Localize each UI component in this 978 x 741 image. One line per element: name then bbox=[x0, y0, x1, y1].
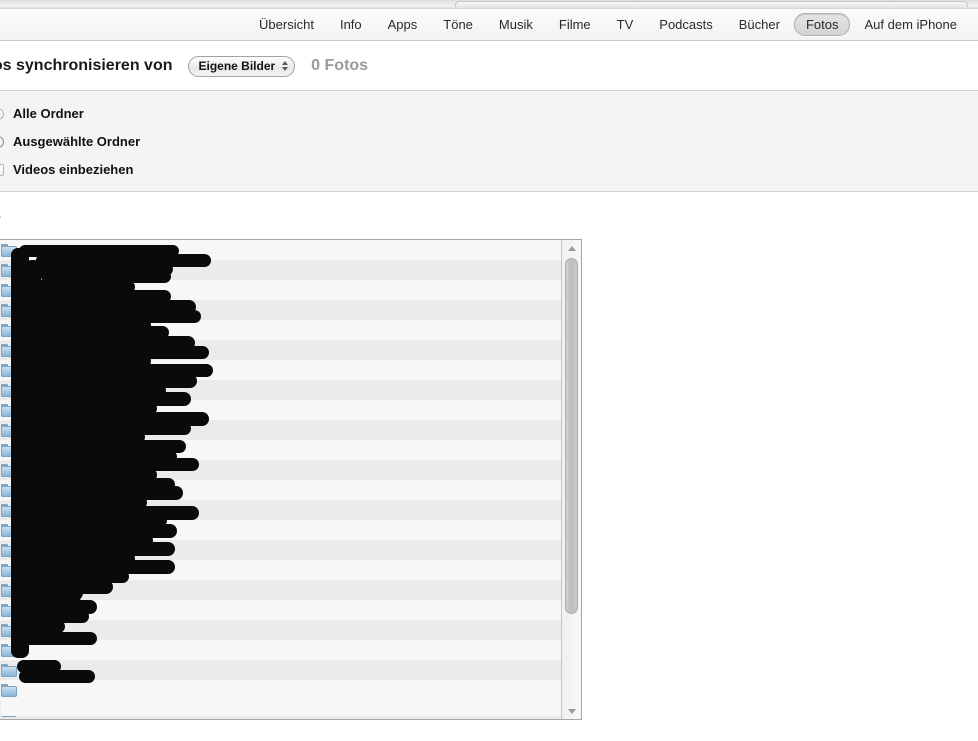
folder-row[interactable]: Photo Stream bbox=[0, 700, 561, 719]
sync-options-panel: Alle Ordner Ausgewählte Ordner Videos ei… bbox=[0, 90, 978, 192]
folder-icon bbox=[1, 243, 17, 257]
option-selected-folders[interactable]: Ausgewählte Ordner bbox=[0, 134, 140, 149]
folder-icon bbox=[1, 423, 17, 437]
folder-row[interactable] bbox=[0, 660, 561, 680]
folder-rows-container: Photo Stream bbox=[0, 240, 561, 719]
folder-icon bbox=[1, 683, 17, 697]
photo-source-popup-button[interactable]: Eigene Bilder bbox=[188, 55, 296, 77]
updown-arrows-icon bbox=[282, 61, 289, 71]
folder-row[interactable] bbox=[0, 480, 561, 500]
folder-row[interactable] bbox=[0, 540, 561, 560]
folder-row[interactable] bbox=[0, 260, 561, 280]
folder-icon bbox=[1, 383, 17, 397]
tab-toene[interactable]: Töne bbox=[431, 13, 485, 36]
tab-podcasts[interactable]: Podcasts bbox=[647, 13, 724, 36]
option-all-folders-label: Alle Ordner bbox=[13, 106, 84, 121]
folder-icon bbox=[1, 323, 17, 337]
scrollbar-up-button[interactable] bbox=[562, 240, 581, 256]
tab-info[interactable]: Info bbox=[328, 13, 374, 36]
radio-selected-folders-icon[interactable] bbox=[0, 135, 4, 148]
folder-icon bbox=[1, 263, 17, 277]
photo-source-popup-value: Eigene Bilder bbox=[198, 59, 276, 73]
folder-icon bbox=[1, 403, 17, 417]
triangle-up-icon bbox=[567, 245, 576, 251]
folder-icon bbox=[1, 583, 17, 597]
folder-row[interactable] bbox=[0, 240, 561, 260]
folder-icon bbox=[1, 443, 17, 457]
folder-row[interactable] bbox=[0, 380, 561, 400]
tab-musik[interactable]: Musik bbox=[487, 13, 545, 36]
folder-icon bbox=[1, 703, 17, 717]
folder-icon bbox=[1, 603, 17, 617]
tab-auf-dem-iphone[interactable]: Auf dem iPhone bbox=[852, 13, 969, 36]
sync-header-row: Fotos synchronisieren von Eigene Bilder … bbox=[0, 42, 978, 90]
window-chrome-strip bbox=[0, 0, 978, 9]
folder-icon bbox=[1, 623, 17, 637]
folder-icon bbox=[1, 523, 17, 537]
checkbox-include-videos-icon[interactable] bbox=[0, 163, 4, 176]
tab-uebersicht[interactable]: Übersicht bbox=[247, 13, 326, 36]
folder-row[interactable] bbox=[0, 680, 561, 700]
folder-row[interactable] bbox=[0, 600, 561, 620]
folder-list-scrollbar[interactable] bbox=[561, 240, 581, 719]
photo-count-label: 0 Fotos bbox=[311, 57, 369, 74]
tab-apps[interactable]: Apps bbox=[376, 13, 430, 36]
folder-icon bbox=[1, 363, 17, 377]
folder-row[interactable] bbox=[0, 340, 561, 360]
folder-row[interactable] bbox=[0, 580, 561, 600]
folder-row-label: Photo Stream bbox=[23, 703, 97, 717]
folder-icon bbox=[1, 283, 17, 297]
option-all-folders[interactable]: Alle Ordner bbox=[0, 106, 84, 121]
folder-row[interactable] bbox=[0, 360, 561, 380]
folder-row[interactable] bbox=[0, 500, 561, 520]
folder-row[interactable] bbox=[0, 560, 561, 580]
radio-all-folders-icon[interactable] bbox=[0, 107, 4, 120]
folder-row[interactable] bbox=[0, 440, 561, 460]
triangle-down-icon bbox=[567, 708, 576, 714]
tab-buecher[interactable]: Bücher bbox=[727, 13, 792, 36]
folder-row[interactable] bbox=[0, 280, 561, 300]
folder-row[interactable] bbox=[0, 460, 561, 480]
folder-row[interactable] bbox=[0, 400, 561, 420]
itunes-photos-sync-panel: Übersicht Info Apps Töne Musik Filme TV … bbox=[0, 0, 978, 741]
tab-filme[interactable]: Filme bbox=[547, 13, 603, 36]
folder-icon bbox=[1, 483, 17, 497]
folder-row[interactable] bbox=[0, 620, 561, 640]
folder-icon bbox=[1, 663, 17, 677]
folder-icon bbox=[1, 563, 17, 577]
folder-list-heading: dner bbox=[0, 211, 1, 228]
folder-row[interactable] bbox=[0, 300, 561, 320]
page-title: Fotos synchronisieren von bbox=[0, 57, 173, 74]
folder-icon bbox=[1, 543, 17, 557]
option-selected-folders-label: Ausgewählte Ordner bbox=[13, 134, 141, 149]
window-chrome-inner-panel bbox=[455, 1, 968, 7]
scrollbar-down-button[interactable] bbox=[562, 703, 581, 719]
folder-icon bbox=[1, 303, 17, 317]
folder-icon bbox=[1, 463, 17, 477]
option-include-videos-label: Videos einbeziehen bbox=[13, 162, 134, 177]
folder-row[interactable] bbox=[0, 320, 561, 340]
folder-icon bbox=[1, 503, 17, 517]
folder-list-box: Photo Stream bbox=[0, 239, 582, 720]
tab-tv[interactable]: TV bbox=[605, 13, 646, 36]
folder-row[interactable] bbox=[0, 640, 561, 660]
tab-fotos[interactable]: Fotos bbox=[793, 13, 851, 36]
folder-icon bbox=[1, 643, 17, 657]
folder-row[interactable] bbox=[0, 520, 561, 540]
device-tab-bar: Übersicht Info Apps Töne Musik Filme TV … bbox=[0, 9, 978, 41]
option-include-videos[interactable]: Videos einbeziehen bbox=[0, 162, 133, 177]
scrollbar-thumb[interactable] bbox=[565, 258, 578, 614]
folder-icon bbox=[1, 343, 17, 357]
folder-row[interactable] bbox=[0, 420, 561, 440]
